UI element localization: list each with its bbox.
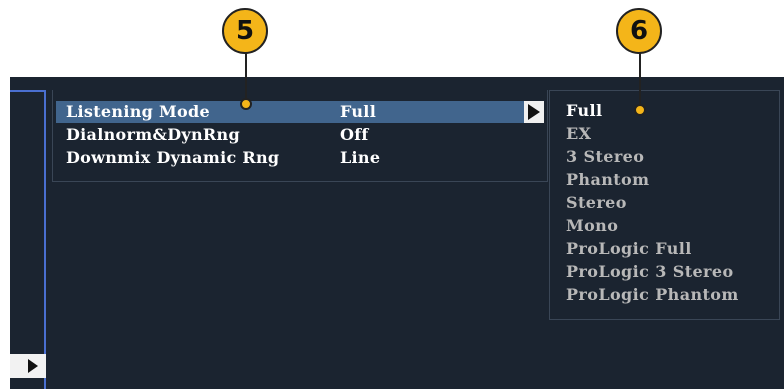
submenu-option-prologic-phantom[interactable]: ProLogic Phantom [566,285,739,304]
submenu-option-full[interactable]: Full [566,101,602,120]
submenu-option-3-stereo[interactable]: 3 Stereo [566,147,644,166]
submenu-option-prologic-full[interactable]: ProLogic Full [566,239,692,258]
menu-item-label: Listening Mode [66,102,210,121]
menu-item-dialnorm[interactable]: Dialnorm&DynRng Off [56,124,544,146]
submenu-option-phantom[interactable]: Phantom [566,170,649,189]
submenu-option-ex[interactable]: EX [566,124,591,143]
menu-item-value: Off [340,125,369,144]
callout-5-pointer [240,98,252,110]
submenu-option-prologic-3-stereo[interactable]: ProLogic 3 Stereo [566,262,734,281]
menu-item-value: Full [340,102,377,121]
left-panel-expand-arrow[interactable] [10,354,46,378]
submenu-arrow-icon [528,104,540,120]
callout-5-leader [245,50,247,102]
submenu-option-stereo[interactable]: Stereo [566,193,627,212]
menu-item-listening-mode[interactable]: Listening Mode Full [56,101,544,123]
right-arrow-icon [28,359,38,373]
submenu-option-mono[interactable]: Mono [566,216,618,235]
callout-6-pointer [634,104,646,116]
callout-6: 6 [616,8,662,54]
callout-6-leader [639,50,641,106]
menu-item-label: Dialnorm&DynRng [66,125,240,144]
menu-item-label: Downmix Dynamic Rng [66,148,280,167]
callout-5: 5 [222,8,268,54]
left-panel-border [10,90,46,389]
menu-item-value: Line [340,148,381,167]
menu-item-downmix[interactable]: Downmix Dynamic Rng Line [56,147,544,169]
